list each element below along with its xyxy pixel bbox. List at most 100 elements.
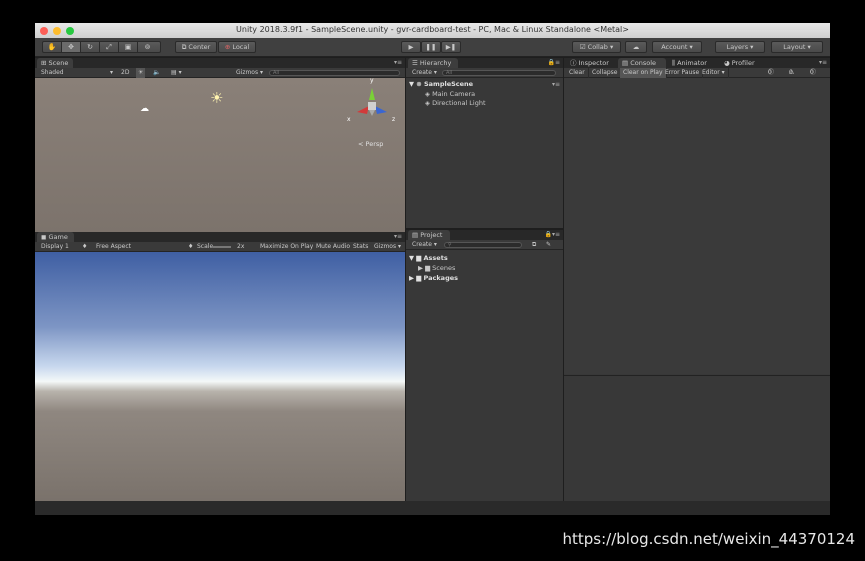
console-menu-icon[interactable]: ▾≡ <box>819 59 827 66</box>
hierarchy-panel: ☰ Hierarchy 🔒≡ Create ▾ All ▼ ⊗ SampleSc… <box>406 58 563 228</box>
camera-cloud-icon[interactable]: ☁ <box>140 104 149 114</box>
audio-toggle-icon[interactable]: 🔈 <box>153 68 160 78</box>
scene-root-label: SampleScene <box>423 80 474 88</box>
packages-label: Packages <box>423 274 458 282</box>
clear-button[interactable]: Clear <box>566 68 589 78</box>
console-panel: ⓘ Inspector ▤ Console ⫼ Animator ◕ Profi… <box>564 58 830 501</box>
account-dropdown[interactable]: Account ▾ <box>652 41 702 53</box>
scene-gizmos-dropdown[interactable]: Gizmos ▾ <box>236 68 263 78</box>
game-gizmos-dropdown[interactable]: Gizmos ▾ <box>374 242 401 252</box>
game-tabbar: ◼ Game ▾≡ <box>35 232 405 242</box>
shading-dropdown-arrow-icon[interactable]: ▾ <box>110 68 113 78</box>
tab-game[interactable]: ◼ Game <box>37 232 74 242</box>
pivot-label: Center <box>188 43 211 51</box>
collab-button[interactable]: ☑ Collab ▾ <box>572 41 621 53</box>
profiler-tab-label: Profiler <box>731 59 755 67</box>
stats-toggle[interactable]: Stats <box>353 242 368 252</box>
2d-toggle[interactable]: 2D <box>121 68 129 78</box>
hierarchy-create-dropdown[interactable]: Create ▾ <box>412 68 437 78</box>
hierarchy-item[interactable]: ◈ Directional Light <box>425 99 486 108</box>
collapse-button[interactable]: Collapse <box>589 68 622 78</box>
search-icon: ⚲ <box>448 242 452 248</box>
tab-inspector[interactable]: ⓘ Inspector <box>566 58 616 68</box>
move-tool-icon[interactable]: ✥ <box>62 42 81 52</box>
scene-root-item[interactable]: ▼ ⊗ SampleScene <box>409 80 473 89</box>
perspective-toggle[interactable]: < Persp <box>358 140 383 148</box>
scene-tabbar: ⊞ Scene ▾≡ <box>35 58 405 68</box>
project-toolbar: Create ▾ ⚲ ⧉ ✎ <box>406 240 563 250</box>
project-search-input[interactable]: ⚲ <box>444 242 522 248</box>
scenes-folder[interactable]: ▶ ▆ Scenes <box>418 264 455 273</box>
mute-audio-toggle[interactable]: Mute Audio <box>316 242 350 252</box>
console-detail-area <box>564 376 830 501</box>
scale-tool-icon[interactable]: ⤢ <box>100 42 119 52</box>
tab-animator[interactable]: ⫼ Animator <box>668 58 718 68</box>
scene-item-menu-icon[interactable]: ▾≡ <box>552 81 560 88</box>
hierarchy-search-input[interactable]: All <box>442 70 556 76</box>
animator-tab-label: Animator <box>677 59 707 67</box>
game-viewport[interactable] <box>35 252 405 501</box>
maximize-on-play-toggle[interactable]: Maximize On Play <box>260 242 313 252</box>
scenes-label: Scenes <box>432 264 456 272</box>
aspect-arrow-icon[interactable]: ♦ <box>188 242 193 252</box>
tab-scene[interactable]: ⊞ Scene <box>37 58 73 68</box>
hierarchy-menu-icon[interactable]: 🔒≡ <box>548 59 561 66</box>
cloud-button[interactable]: ☁ <box>625 41 647 53</box>
shading-mode-dropdown[interactable]: Shaded <box>41 68 64 78</box>
main-toolbar: ✋ ✥ ↻ ⤢ ▣ ⊚ ⧉ Center ⊕ Local ▶ ❚❚ ▶❚ ☑ C… <box>35 38 830 57</box>
hand-tool-icon[interactable]: ✋ <box>43 42 62 52</box>
scene-viewport[interactable]: ☁ ☀ y x z < Persp <box>35 77 405 256</box>
editor-dropdown[interactable]: Editor ▾ <box>699 68 729 78</box>
layers-dropdown[interactable]: Layers ▾ <box>715 41 765 53</box>
console-log-list[interactable] <box>564 78 830 374</box>
orientation-gizmo[interactable] <box>348 82 396 130</box>
layout-dropdown[interactable]: Layout ▾ <box>771 41 823 53</box>
play-button[interactable]: ▶ <box>401 41 421 53</box>
log-count: 0 <box>768 69 772 76</box>
clear-on-play-button[interactable]: Clear on Play <box>620 68 667 78</box>
scene-search-input[interactable]: All <box>269 70 400 76</box>
pause-button[interactable]: ❚❚ <box>421 41 441 53</box>
game-panel-menu-icon[interactable]: ▾≡ <box>394 233 402 240</box>
transform-tool-icon[interactable]: ⊚ <box>138 42 157 52</box>
console-icon: ▤ <box>622 59 631 67</box>
watermark-text: https://blog.csdn.net/weixin_44370124 <box>562 530 855 548</box>
display-arrow-icon[interactable]: ♦ <box>82 242 87 252</box>
layout-label: Layout ▾ <box>783 43 811 51</box>
effects-toggle-icon[interactable]: ▤ ▾ <box>171 68 182 78</box>
pivot-center-button[interactable]: ⧉ Center <box>175 41 217 53</box>
assets-folder[interactable]: ▼ ▆ Assets <box>409 254 448 263</box>
cloud-icon: ☁ <box>632 43 640 51</box>
space-local-button[interactable]: ⊕ Local <box>218 41 256 53</box>
unity-window: Unity 2018.3.9f1 - SampleScene.unity - g… <box>35 23 830 515</box>
display-dropdown[interactable]: Display 1 <box>41 242 69 252</box>
hierarchy-item-label: Directional Light <box>432 99 486 107</box>
axis-y-label: y <box>370 77 374 84</box>
panel-menu-icon[interactable]: ▾≡ <box>394 59 402 66</box>
rect-tool-icon[interactable]: ▣ <box>119 42 138 52</box>
profiler-icon: ◕ <box>724 59 732 67</box>
tab-project[interactable]: ▤ Project <box>408 230 450 240</box>
project-panel: ▤ Project 🔒▾≡ Create ▾ ⚲ ⧉ ✎ ▼ ▆ Assets … <box>406 230 563 501</box>
filter-label-icon[interactable]: ✎ <box>546 240 551 250</box>
warning-count: 0 <box>789 69 793 76</box>
scale-slider[interactable] <box>213 246 231 248</box>
console-toolbar: Clear Collapse Clear on Play Error Pause… <box>564 68 830 78</box>
scale-value: 2x <box>237 243 245 250</box>
lighting-toggle-icon[interactable]: ☀ <box>136 68 146 78</box>
tab-profiler[interactable]: ◕ Profiler <box>720 58 766 68</box>
rotate-tool-icon[interactable]: ↻ <box>81 42 100 52</box>
tab-hierarchy[interactable]: ☰ Hierarchy <box>408 58 458 68</box>
packages-folder[interactable]: ▶ ▆ Packages <box>409 274 458 283</box>
window-title: Unity 2018.3.9f1 - SampleScene.unity - g… <box>236 25 629 34</box>
step-button[interactable]: ▶❚ <box>441 41 461 53</box>
project-menu-icon[interactable]: 🔒▾≡ <box>544 231 560 238</box>
tab-console[interactable]: ▤ Console <box>618 58 666 68</box>
aspect-dropdown[interactable]: Free Aspect <box>96 242 131 252</box>
directional-light-icon[interactable]: ☀ <box>210 89 223 107</box>
project-create-dropdown[interactable]: Create ▾ <box>412 240 437 250</box>
filter-type-icon[interactable]: ⧉ <box>532 240 536 250</box>
scene-tab-icon: ⊞ <box>41 59 49 67</box>
hierarchy-item[interactable]: ◈ Main Camera <box>425 90 475 99</box>
error-pause-button[interactable]: Error Pause <box>662 68 704 78</box>
